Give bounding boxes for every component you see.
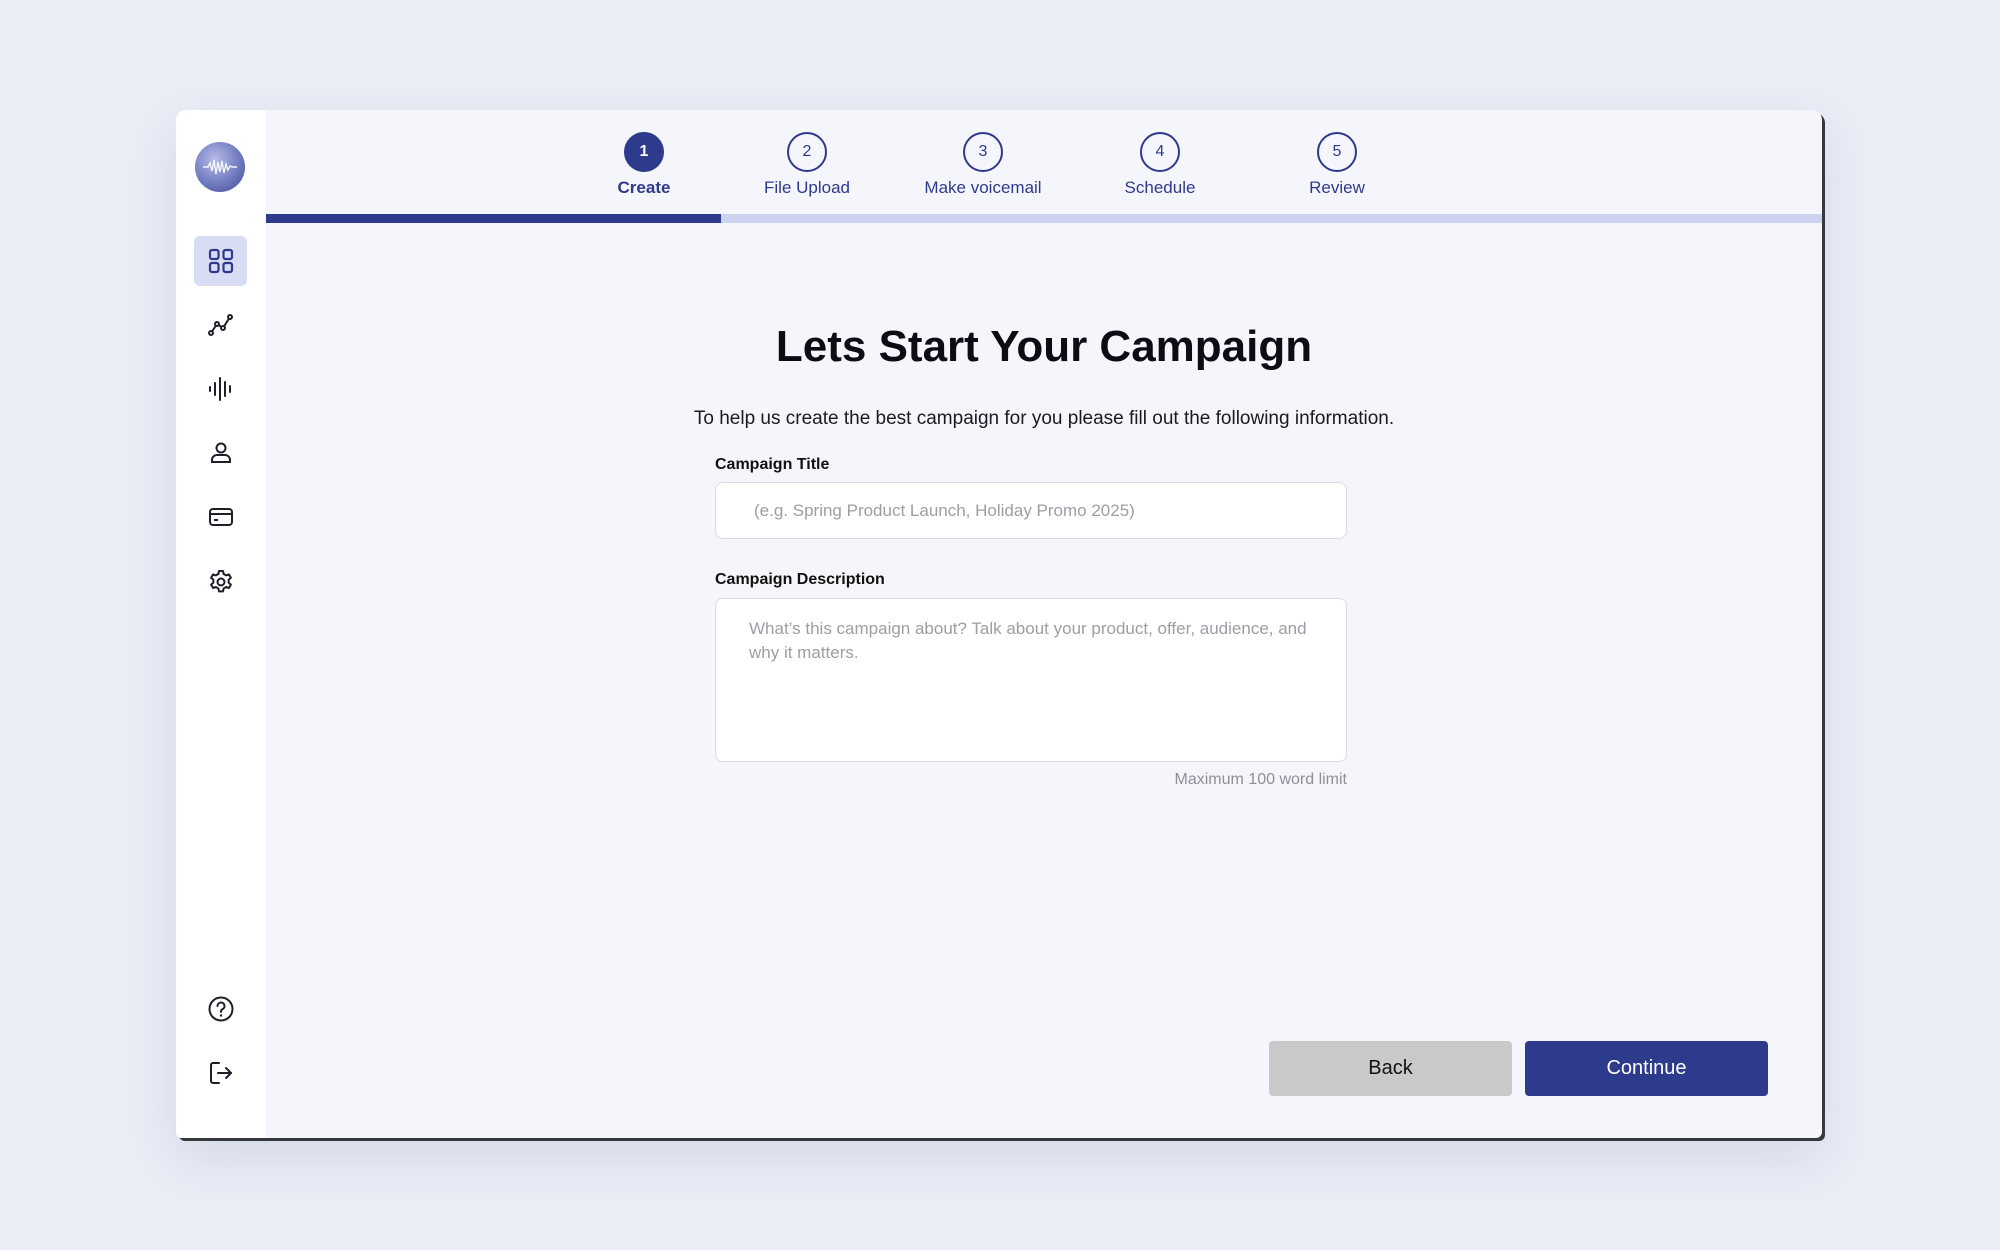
- nav-help[interactable]: [194, 984, 247, 1034]
- stepper: 1 Create 2 File Upload 3 Make voicemail …: [266, 110, 1822, 200]
- step-number: 4: [1140, 132, 1180, 172]
- step-number: 3: [963, 132, 1003, 172]
- step-label: File Upload: [764, 178, 850, 197]
- nav-account[interactable]: [194, 428, 247, 478]
- step-label: Review: [1309, 178, 1365, 197]
- help-icon: [208, 996, 233, 1022]
- back-button[interactable]: Back: [1269, 1041, 1512, 1096]
- page-subtitle: To help us create the best campaign for …: [693, 408, 1395, 429]
- step-label: Make voicemail: [924, 178, 1042, 197]
- audio-waveform-icon: [208, 377, 231, 401]
- nav-audio[interactable]: [194, 364, 247, 414]
- nav-dashboard[interactable]: [194, 236, 247, 286]
- page-title: Lets Start Your Campaign: [775, 322, 1313, 371]
- nav-logout[interactable]: [194, 1048, 247, 1098]
- user-icon: [210, 442, 231, 463]
- step-label: Schedule: [1124, 178, 1196, 197]
- waveform-logo-icon: [203, 159, 237, 175]
- brand-logo[interactable]: [195, 142, 245, 192]
- campaign-description-label: Campaign Description: [715, 571, 885, 588]
- campaign-title-input[interactable]: [715, 482, 1347, 539]
- nav-billing[interactable]: [194, 492, 247, 542]
- main-content: 1 Create 2 File Upload 3 Make voicemail …: [266, 110, 1822, 1138]
- word-limit-hint: Maximum 100 word limit: [1174, 771, 1347, 788]
- campaign-title-label: Campaign Title: [715, 456, 830, 473]
- nav-analytics[interactable]: [194, 300, 247, 350]
- sidebar: [176, 110, 266, 1138]
- step-schedule[interactable]: 4 Schedule: [1080, 132, 1240, 198]
- progress-bar: [266, 214, 1822, 223]
- logout-icon: [209, 1062, 232, 1084]
- analytics-chart-icon: [207, 314, 233, 336]
- step-review[interactable]: 5 Review: [1257, 132, 1417, 198]
- dashboard-grid-icon: [208, 248, 233, 274]
- gear-icon: [209, 570, 232, 593]
- app-window: 1 Create 2 File Upload 3 Make voicemail …: [176, 110, 1822, 1138]
- step-file-upload[interactable]: 2 File Upload: [727, 132, 887, 198]
- step-number: 2: [787, 132, 827, 172]
- step-create[interactable]: 1 Create: [564, 132, 724, 198]
- continue-button[interactable]: Continue: [1525, 1041, 1768, 1096]
- progress-fill: [266, 214, 722, 223]
- nav-settings[interactable]: [194, 557, 247, 607]
- campaign-description-textarea[interactable]: [715, 598, 1347, 762]
- step-number: 5: [1317, 132, 1357, 172]
- step-number: 1: [624, 132, 664, 172]
- credit-card-icon: [208, 508, 233, 526]
- step-label: Create: [617, 178, 671, 197]
- step-make-voicemail[interactable]: 3 Make voicemail: [903, 132, 1063, 198]
